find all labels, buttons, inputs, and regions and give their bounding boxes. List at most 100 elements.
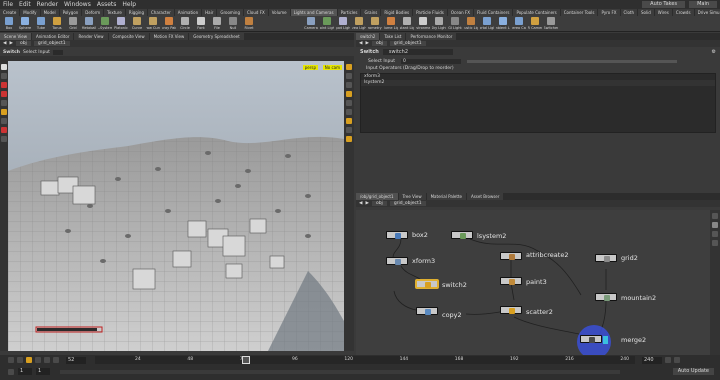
jump-start-icon[interactable]	[8, 357, 14, 363]
node-paint3[interactable]	[500, 277, 522, 285]
normals-icon[interactable]	[346, 109, 352, 115]
path-node[interactable]: grid_object1	[389, 201, 426, 206]
shelf-tab[interactable]: Fluid Containers	[473, 9, 513, 16]
shelf-tab[interactable]: Lights and Cameras	[290, 9, 337, 16]
shelf-tool[interactable]: Sphere	[18, 16, 32, 31]
auto-takes-menu[interactable]: Auto Takes	[642, 1, 686, 8]
shelf-tab[interactable]: Polygon	[59, 9, 82, 16]
start-frame-field-2[interactable]: 1	[36, 368, 50, 375]
path-root[interactable]: obj	[371, 201, 387, 206]
handle-tool-icon[interactable]	[1, 100, 7, 106]
shelf-tool[interactable]: Spot Light	[336, 16, 350, 31]
step-forward-icon[interactable]	[44, 357, 50, 363]
rotate-tool-icon[interactable]	[1, 82, 7, 88]
shelf-tab[interactable]: Solid	[638, 9, 654, 16]
shelf-tool[interactable]: Camera	[304, 16, 318, 31]
shelf-tool[interactable]: Sky Light	[432, 16, 446, 31]
shelf-tool[interactable]: Tube	[34, 16, 48, 31]
path-node[interactable]: grid_object1	[389, 41, 426, 46]
shelf-tab[interactable]: Create	[0, 9, 20, 16]
shelf-tool[interactable]: File	[210, 16, 224, 31]
points-icon[interactable]	[346, 100, 352, 106]
path-root[interactable]: obj	[371, 41, 387, 46]
shelf-tab[interactable]: Container Tools	[560, 9, 598, 16]
right-pane-tab[interactable]: Take List	[380, 33, 406, 40]
shelf-tab[interactable]: Ocean FX	[447, 9, 473, 16]
shelf-tab[interactable]: Hair	[202, 9, 217, 16]
sticky-note-icon[interactable]	[712, 231, 718, 237]
left-pane-tab[interactable]: Composite View	[108, 33, 149, 40]
shelf-tab[interactable]: Model	[40, 9, 59, 16]
realtime-toggle-icon[interactable]	[8, 368, 14, 375]
network-pane-tab[interactable]: /obj/grid_object1	[356, 193, 398, 200]
jump-end-icon[interactable]	[53, 357, 59, 363]
play-icon[interactable]	[26, 357, 32, 363]
snapshot-icon[interactable]	[346, 136, 352, 142]
shelf-tool[interactable]: Environment	[416, 16, 430, 31]
node-xform3[interactable]	[386, 257, 408, 265]
shelf-tool[interactable]: Switcher	[544, 16, 558, 31]
shelf-tab[interactable]: Crowds	[672, 9, 694, 16]
shelf-tab[interactable]: Deform	[82, 9, 104, 16]
back-arrow-icon[interactable]: ◀	[359, 41, 362, 46]
shelf-tab[interactable]: Particle Fluids	[413, 9, 447, 16]
menu-assets[interactable]: Assets	[97, 1, 117, 8]
left-pane-tab[interactable]: Geometry Spreadsheet	[189, 33, 244, 40]
shelf-tool[interactable]: Point Light	[320, 16, 334, 31]
scale-tool-icon[interactable]	[1, 91, 7, 97]
node-name-field[interactable]: switch2	[382, 49, 453, 55]
gear-icon[interactable]: ⚙	[712, 49, 720, 55]
shelf-tab[interactable]: Grains	[361, 9, 381, 16]
right-pane-tab[interactable]: Performance Monitor	[406, 33, 457, 40]
display-flag-icon[interactable]	[603, 336, 608, 344]
shelf-tool[interactable]: Stereo Cam	[512, 16, 526, 31]
shelf-tool[interactable]: VR Camera	[528, 16, 542, 31]
node-grid2[interactable]	[595, 254, 617, 262]
menu-file[interactable]: File	[3, 1, 13, 8]
end-frame-field[interactable]: 240	[642, 356, 662, 364]
key-icon[interactable]	[665, 357, 671, 363]
shelf-tool[interactable]: Spray Paint	[162, 16, 176, 31]
select-input-slider[interactable]	[466, 59, 677, 63]
node-copy2[interactable]	[416, 307, 438, 315]
left-pane-tab[interactable]: Animation Editor	[31, 33, 74, 40]
shelf-tab[interactable]: Volume	[268, 9, 290, 16]
shelf-tab[interactable]: Texture	[104, 9, 125, 16]
shelf-tool[interactable]: Rivet	[242, 16, 256, 31]
node-merge2[interactable]	[580, 335, 602, 343]
shelf-tab[interactable]: Particles	[337, 9, 361, 16]
shelf-tool[interactable]: Caustic Light	[464, 16, 478, 31]
menu-windows[interactable]: Windows	[64, 1, 91, 8]
menu-edit[interactable]: Edit	[19, 1, 31, 8]
step-back-icon[interactable]	[17, 357, 23, 363]
desktop-select[interactable]: Main	[689, 1, 717, 8]
network-pane-tab[interactable]: Asset Browser	[466, 193, 504, 200]
menu-help[interactable]: Help	[122, 1, 136, 8]
shaded-icon[interactable]	[346, 82, 352, 88]
snap-tool-icon[interactable]	[1, 136, 7, 142]
frame-ruler[interactable]: 24 48 72 96 120 144 168 192 216 240	[95, 356, 635, 364]
shelf-tab[interactable]: Cloth	[620, 9, 638, 16]
layout-icon[interactable]	[712, 222, 718, 228]
node-switch2[interactable]	[416, 280, 438, 288]
shelf-tool[interactable]: Portal Light	[480, 16, 494, 31]
shelf-tool[interactable]: Geometry L.	[368, 16, 382, 31]
shelf-tool[interactable]: L-System	[98, 16, 112, 31]
shelf-tool[interactable]: GI Light	[448, 16, 462, 31]
shelf-tool[interactable]: Null	[226, 16, 240, 31]
shelf-tool[interactable]: Volume Light	[384, 16, 398, 31]
ghost-icon[interactable]	[346, 118, 352, 124]
select-tool-icon[interactable]	[1, 64, 7, 70]
magnet-tool-icon[interactable]	[1, 127, 7, 133]
back-arrow-icon[interactable]: ◀	[359, 201, 362, 206]
back-arrow-icon[interactable]: ◀	[3, 41, 6, 46]
shelf-tab[interactable]: Character	[147, 9, 174, 16]
shelf-tool[interactable]: Font	[194, 16, 208, 31]
shelf-tab[interactable]: Rigid Bodies	[381, 9, 413, 16]
shelf-tool[interactable]: Box	[2, 16, 16, 31]
node-mountain2[interactable]	[595, 293, 617, 301]
network-box-icon[interactable]	[712, 240, 718, 246]
select-input-field[interactable]	[52, 49, 63, 55]
shelf-tab[interactable]: Animation	[174, 9, 202, 16]
start-frame-field[interactable]: 1	[18, 368, 32, 375]
